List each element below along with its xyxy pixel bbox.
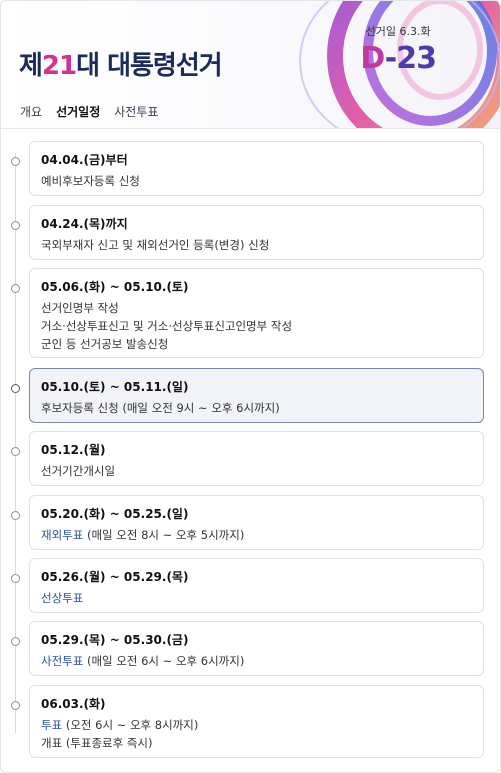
schedule-desc: 후보자등록 신청 (매일 오전 9시 ~ 오후 6시까지) [41, 401, 280, 415]
tab-early-voting[interactable]: 사전투표 [114, 103, 158, 128]
overseas-voting-link[interactable]: 재외투표 [41, 528, 83, 542]
schedule-desc: 투표 (오전 6시 ~ 오후 8시까지) [41, 718, 199, 732]
tab-schedule[interactable]: 선거일정 [56, 103, 100, 128]
schedule-date: 04.04.(금)부터 [41, 153, 128, 167]
schedule-date: 06.03.(화) [41, 697, 106, 711]
schedule-item[interactable]: 05.29.(목) ~ 05.30.(금) 사전투표 (매일 오전 6시 ~ 오… [29, 621, 484, 676]
schedule-item[interactable]: 06.03.(화) 투표 (오전 6시 ~ 오후 8시까지) 개표 (투표종료후… [29, 685, 484, 758]
schedule-desc: 개표 (투표종료후 즉시) [41, 736, 153, 750]
timeline-dot [11, 574, 20, 583]
timeline-dot [11, 384, 20, 393]
schedule-date: 05.20.(화) ~ 05.25.(일) [41, 507, 189, 521]
schedule-desc: 선상투표 [41, 589, 472, 607]
schedule-desc: 예비후보자등록 신청 [41, 174, 140, 188]
timeline-dot [11, 511, 20, 520]
dday-box: 선거일 6.3.화 D-23 [360, 23, 437, 76]
schedule-desc: 군인 등 선거공보 발송신청 [41, 337, 169, 351]
ship-voting-link[interactable]: 선상투표 [41, 591, 83, 605]
timeline-line [15, 153, 16, 733]
election-day-label: 선거일 6.3.화 [365, 25, 431, 38]
schedule-date: 05.26.(월) ~ 05.29.(목) [41, 570, 189, 584]
schedule-item[interactable]: 05.12.(월) 선거기간개시일 [29, 431, 484, 486]
schedule-desc: 선거기간개시일 [41, 464, 116, 478]
schedule-item-active[interactable]: 05.10.(토) ~ 05.11.(일) 후보자등록 신청 (매일 오전 9시… [29, 368, 484, 423]
schedule-date: 05.06.(화) ~ 05.10.(토) [41, 280, 189, 294]
schedule-date: 05.10.(토) ~ 05.11.(일) [41, 380, 189, 394]
page-title: 제21대 대통령선거 [19, 51, 223, 81]
timeline-dot [11, 284, 20, 293]
tab-bar: 개요 선거일정 사전투표 [20, 103, 158, 128]
schedule-item[interactable]: 05.26.(월) ~ 05.29.(목) 선상투표 [29, 558, 484, 613]
voting-link[interactable]: 투표 [41, 718, 62, 732]
timeline-dot [11, 157, 20, 166]
tab-overview[interactable]: 개요 [20, 103, 42, 128]
timeline-dot [11, 447, 20, 456]
schedule-item[interactable]: 05.20.(화) ~ 05.25.(일) 재외투표 (매일 오전 8시 ~ 오… [29, 495, 484, 550]
schedule-date: 04.24.(목)까지 [41, 217, 128, 231]
timeline-dot [11, 701, 20, 710]
timeline-dot [11, 637, 20, 646]
schedule-item[interactable]: 05.06.(화) ~ 05.10.(토) 선거인명부 작성 거소·선상투표신고… [29, 268, 484, 358]
early-voting-link[interactable]: 사전투표 [41, 654, 83, 668]
dday-counter: D-23 [360, 41, 437, 76]
schedule-item[interactable]: 04.04.(금)부터 예비후보자등록 신청 [29, 141, 484, 196]
schedule-date: 05.12.(월) [41, 443, 106, 457]
schedule-item[interactable]: 04.24.(목)까지 국외부재자 신고 및 재외선거인 등록(변경) 신청 [29, 205, 484, 260]
timeline-dot [11, 221, 20, 230]
schedule-desc: 거소·선상투표신고 및 거소·선상투표신고인명부 작성 [41, 319, 293, 333]
schedule-desc: 선거인명부 작성 [41, 301, 119, 315]
election-widget: 제21대 대통령선거 선거일 6.3.화 D-23 개요 선거일정 사전투표 0… [0, 0, 501, 773]
schedule-date: 05.29.(목) ~ 05.30.(금) [41, 633, 189, 647]
schedule-desc: 재외투표 (매일 오전 8시 ~ 오후 5시까지) [41, 528, 245, 542]
header-banner: 제21대 대통령선거 선거일 6.3.화 D-23 개요 선거일정 사전투표 [1, 1, 500, 129]
schedule-desc: 사전투표 (매일 오전 6시 ~ 오후 6시까지) [41, 654, 245, 668]
schedule-desc: 국외부재자 신고 및 재외선거인 등록(변경) 신청 [41, 238, 270, 252]
